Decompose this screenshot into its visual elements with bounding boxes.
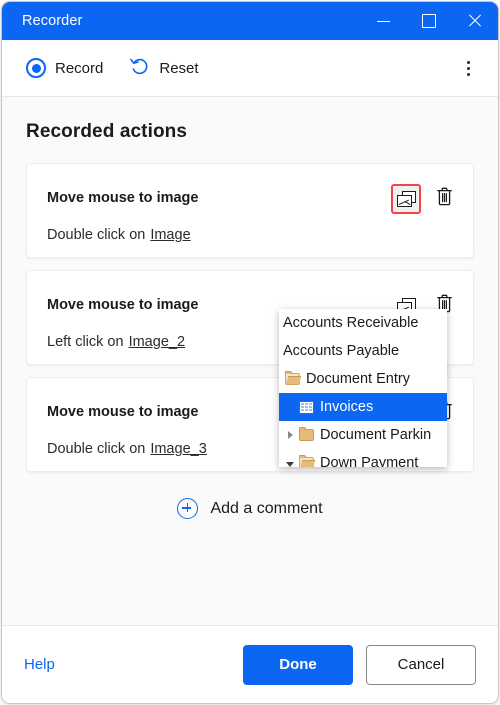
folder-open-icon bbox=[283, 370, 301, 385]
tree-item-label: Accounts Payable bbox=[283, 343, 400, 359]
tree-item-label: Invoices bbox=[320, 399, 374, 415]
tree-item-selected[interactable]: Invoices bbox=[279, 393, 447, 421]
tree-item[interactable]: Document Entry bbox=[279, 365, 447, 393]
action-card-title: Move mouse to image bbox=[47, 297, 199, 313]
trash-icon bbox=[436, 187, 453, 211]
tree-item-label: Accounts Receivable bbox=[283, 315, 419, 331]
action-card-action: Double click on bbox=[47, 227, 146, 243]
tree-item[interactable]: Accounts Payable bbox=[279, 337, 447, 365]
action-card-description: Double click on Image_3 bbox=[47, 441, 207, 457]
chevron-right-icon[interactable] bbox=[283, 431, 297, 439]
record-button-label: Record bbox=[55, 59, 104, 77]
window-title: Recorder bbox=[22, 13, 83, 29]
maximize-icon bbox=[422, 14, 436, 28]
action-card-action: Double click on bbox=[47, 441, 146, 457]
grid-icon bbox=[297, 400, 315, 414]
reset-icon bbox=[129, 56, 150, 81]
minimize-button[interactable] bbox=[360, 2, 406, 40]
action-card-description: Left click on Image_2 bbox=[47, 334, 185, 350]
show-image-button[interactable] bbox=[391, 184, 421, 214]
more-options-button[interactable] bbox=[454, 54, 482, 82]
record-button[interactable]: Record bbox=[18, 52, 111, 84]
chevron-down-icon[interactable] bbox=[283, 460, 297, 467]
help-link[interactable]: Help bbox=[24, 656, 55, 673]
tree-item[interactable]: Document Parkin bbox=[279, 421, 447, 449]
plus-circle-icon bbox=[177, 498, 199, 519]
record-icon bbox=[26, 58, 46, 78]
kebab-dot bbox=[466, 66, 470, 70]
minimize-icon bbox=[376, 20, 390, 22]
close-button[interactable] bbox=[452, 2, 498, 40]
action-card-title: Move mouse to image bbox=[47, 190, 199, 206]
title-bar: Recorder bbox=[2, 2, 498, 40]
add-comment-label: Add a comment bbox=[210, 499, 323, 517]
page-title: Recorded actions bbox=[26, 121, 188, 142]
folder-icon bbox=[297, 426, 315, 441]
kebab-dot bbox=[466, 72, 470, 76]
toolbar: Record Reset bbox=[2, 40, 498, 97]
close-icon bbox=[467, 13, 483, 29]
kebab-dot bbox=[466, 60, 470, 64]
reset-button[interactable]: Reset bbox=[121, 50, 206, 87]
add-comment-button[interactable]: Add a comment bbox=[2, 498, 498, 519]
action-card-action: Left click on bbox=[47, 334, 124, 350]
window-controls bbox=[360, 2, 498, 40]
dialog-footer: Help Done Cancel bbox=[2, 625, 498, 703]
action-card-target: Image bbox=[150, 227, 191, 243]
footer-buttons: Done Cancel bbox=[243, 644, 476, 685]
picture-icon bbox=[396, 191, 416, 207]
tree-item-label: Document Parkin bbox=[320, 427, 432, 443]
folder-open-icon bbox=[297, 454, 315, 467]
recorder-window: Recorder Record Reset Recorded actions M… bbox=[2, 2, 498, 703]
maximize-button[interactable] bbox=[406, 2, 452, 40]
action-card-target: Image_3 bbox=[150, 441, 207, 457]
content-area: Recorded actions Move mouse to image Dou… bbox=[2, 97, 498, 625]
delete-action-button[interactable] bbox=[429, 184, 459, 214]
done-button[interactable]: Done bbox=[243, 644, 353, 685]
action-card[interactable]: Move mouse to image Double click on Image bbox=[26, 163, 474, 258]
action-card-description: Double click on Image bbox=[47, 227, 191, 243]
action-card-target: Image_2 bbox=[128, 334, 186, 350]
reset-button-label: Reset bbox=[159, 59, 199, 77]
tree-item[interactable]: Accounts Receivable bbox=[279, 309, 447, 337]
tree-item-label: Document Entry bbox=[306, 371, 410, 387]
action-card-buttons bbox=[391, 184, 459, 214]
tree-item[interactable]: Down Payment bbox=[279, 449, 447, 467]
tree-item-label: Down Payment bbox=[320, 455, 419, 467]
action-card-title: Move mouse to image bbox=[47, 404, 199, 420]
cancel-button[interactable]: Cancel bbox=[366, 644, 476, 685]
image-preview-popup: Accounts Receivable Accounts Payable Doc… bbox=[279, 309, 447, 467]
